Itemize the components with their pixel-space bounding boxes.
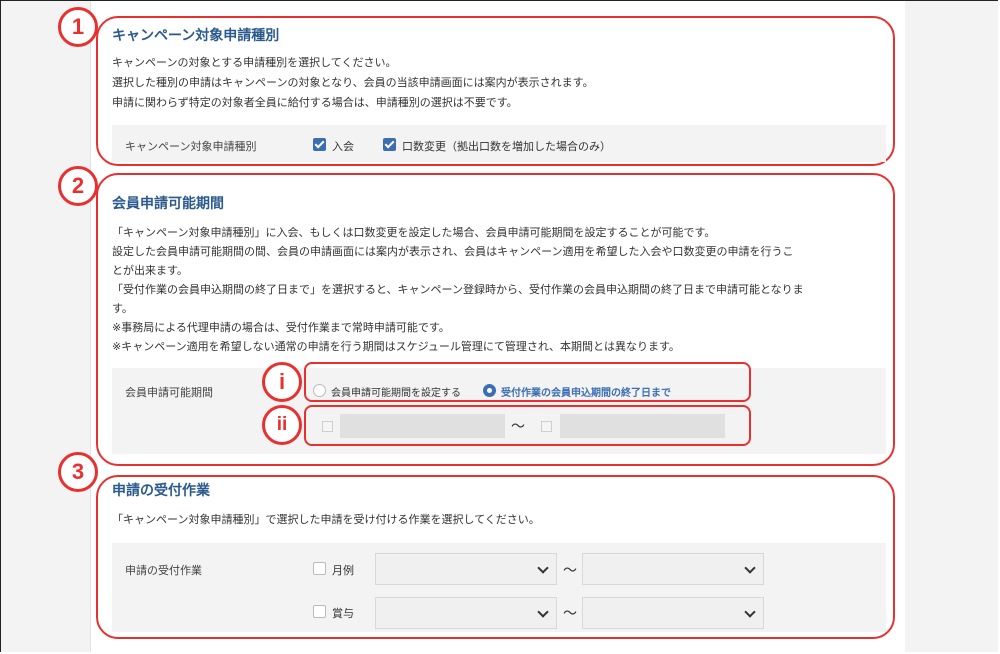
chevron-down-icon — [537, 606, 549, 618]
option-label-join: 入会 — [332, 140, 354, 153]
option-label-unit-change: 口数変更（拠出口数を増加した場合のみ） — [402, 140, 611, 153]
annotation-badge-ii: ii — [262, 405, 302, 445]
section-description-1: キャンペーンの対象とする申請種別を選択してください。 選択した種別の申請はキャン… — [112, 56, 594, 109]
calendar-icon[interactable] — [541, 421, 552, 432]
checkbox-checked-icon[interactable] — [313, 138, 326, 151]
monthly-start-select[interactable] — [375, 553, 557, 585]
radio-label-set-period: 会員申請可能期間を設定する — [331, 388, 461, 399]
section-description-2: 「キャンペーン対象申請種別」に入会、もしくは口数変更を設定した場合、会員申請可能… — [112, 226, 804, 353]
option-label-monthly: 月例 — [332, 564, 354, 577]
bonus-start-select[interactable] — [375, 597, 557, 629]
annotation-badge-i: i — [262, 362, 302, 402]
option-label-bonus: 賞与 — [332, 607, 354, 620]
field-label-acceptance-work: 申請の受付作業 — [125, 564, 202, 577]
chevron-down-icon — [744, 562, 756, 574]
range-separator: ～ — [511, 419, 525, 435]
end-date-input[interactable] — [560, 414, 725, 438]
section-title-application-period: 会員申請可能期間 — [112, 196, 224, 212]
range-separator: ～ — [563, 563, 577, 579]
checkbox-empty-icon[interactable] — [313, 562, 326, 575]
page-side-left — [1, 1, 90, 652]
annotation-badge-1: 1 — [58, 7, 98, 47]
checkbox-empty-icon[interactable] — [313, 605, 326, 618]
section-description-3: 「キャンペーン対象申請種別」で選択した申請を受け付ける作業を選択してください。 — [112, 513, 540, 526]
field-label-application-period: 会員申請可能期間 — [125, 386, 213, 399]
checkbox-checked-icon[interactable] — [383, 138, 396, 151]
annotation-badge-3: 3 — [58, 452, 98, 492]
page-side-right — [905, 1, 998, 652]
monthly-end-select[interactable] — [582, 553, 764, 585]
range-separator: ～ — [563, 606, 577, 622]
chevron-down-icon — [744, 606, 756, 618]
chevron-down-icon — [537, 562, 549, 574]
radio-icon[interactable] — [313, 384, 326, 397]
radio-label-until-end-date: 受付作業の会員申込期間の終了日まで — [501, 388, 671, 399]
section-title-acceptance-work: 申請の受付作業 — [112, 483, 210, 499]
annotation-badge-2: 2 — [58, 166, 98, 206]
bonus-end-select[interactable] — [582, 597, 764, 629]
section-title-campaign-types: キャンペーン対象申請種別 — [112, 28, 280, 44]
start-date-input[interactable] — [340, 414, 505, 438]
calendar-icon[interactable] — [322, 421, 333, 432]
field-label-campaign-types: キャンペーン対象申請種別 — [125, 140, 257, 153]
radio-icon[interactable] — [483, 384, 496, 397]
